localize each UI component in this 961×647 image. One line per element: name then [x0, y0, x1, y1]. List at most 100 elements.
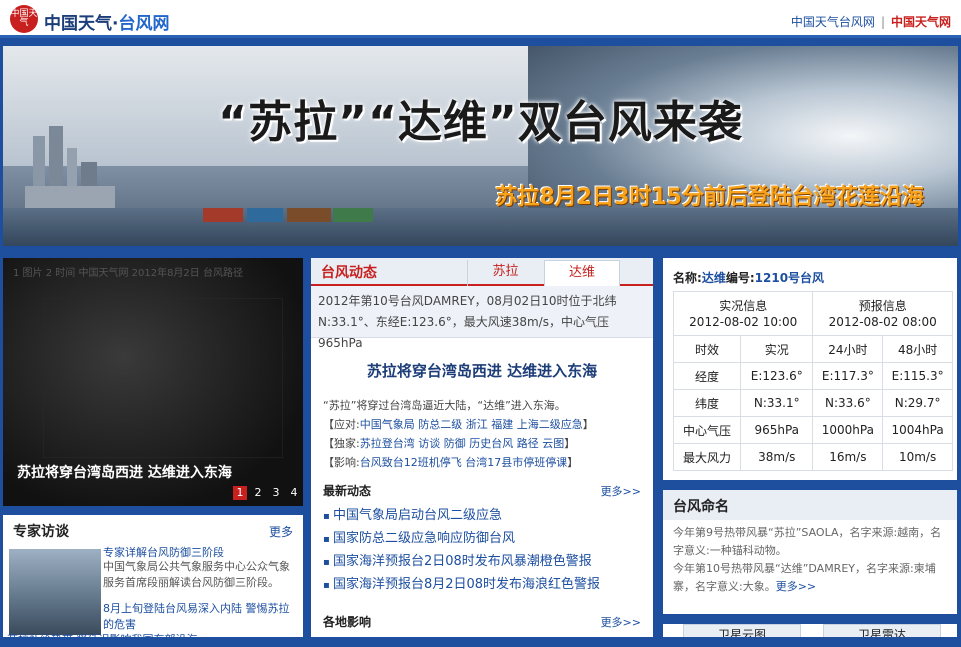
impact-line: 【影响:台风致台12班机停飞 台湾17县市停班停课】: [323, 453, 643, 472]
naming-body: 今年第9号热带风暴“苏拉”SAOLA，名字来源:越南，名字意义:一种锚科动物。 …: [673, 524, 951, 596]
link-separator: |: [880, 15, 885, 29]
tab-typhoon-news[interactable]: 台风动态: [321, 262, 377, 282]
typhoon-status: 2012年第10号台风DAMREY，08月02日10时位于北纬 N:33.1°、…: [311, 286, 653, 350]
typhoon-info-panel: 名称:达维编号:1210号台风 实况信息 2012-08-02 10:00 预报信…: [663, 258, 957, 480]
table-cell: 1004hPa: [882, 416, 953, 444]
exclusive-line: 【独家:苏拉登台湾 访谈 防御 历史台风 路径 云图】: [323, 434, 643, 453]
table-cell: 纬度: [672, 389, 742, 417]
expert-item-link[interactable]: 苏拉补给热带 将延迟影响我国东部沿海: [7, 631, 198, 647]
photo-caption[interactable]: 苏拉将穿台湾岛西进 达维进入东海: [17, 462, 232, 482]
banner-container: [333, 208, 373, 222]
typhoon-banner[interactable]: “苏拉”“达维”双台风来袭 苏拉8月2日3时15分前后登陆台湾花莲沿海: [3, 46, 958, 246]
logo-seal-icon[interactable]: 中国天气: [10, 5, 38, 33]
banner-container: [203, 208, 243, 222]
status-line: N:33.1°、东经E:123.6°，最大风速38m/s，中心气压965hPa: [318, 315, 609, 350]
tab-satellite[interactable]: 卫星云图: [683, 624, 801, 637]
list-item[interactable]: 国家海洋预报台2日08时发布风暴潮橙色警报: [323, 551, 645, 574]
news-headline[interactable]: 苏拉将穿台湾岛西进 达维进入东海: [311, 360, 653, 381]
expert-title: 专家访谈: [13, 524, 69, 540]
list-item[interactable]: 国家防总二级应急响应防御台风: [323, 528, 645, 551]
typhoon-number[interactable]: 1210号台风: [755, 271, 824, 285]
table-row: 纬度 N:33.1° N:33.6° N:29.7°: [672, 389, 953, 417]
table-row: 中心气压 965hPa 1000hPa 1004hPa: [672, 416, 953, 444]
photo-slideshow[interactable]: 1 图片 2 时间 中国天气网 2012年8月2日 台风路径 苏拉将穿台湾岛西进…: [3, 258, 303, 506]
close-bracket: 】: [564, 437, 576, 450]
exclusive-label: 【独家:: [323, 437, 360, 450]
naming-more-link[interactable]: 更多>>: [776, 580, 816, 593]
close-bracket: 】: [567, 456, 579, 469]
top-links: 中国天气台风网 | 中国天气网: [791, 13, 951, 30]
photo-faint-text: 1 图片 2 时间 中国天气网 2012年8月2日 台风路径: [13, 268, 243, 279]
number-label: 编号:: [725, 271, 755, 285]
table-cell: 经度: [672, 362, 742, 390]
table-cell: 1000hPa: [812, 416, 884, 444]
expert-item-link[interactable]: 8月上旬登陆台风易深入内陆 警惕苏拉的危害: [103, 601, 299, 633]
banner-container: [247, 208, 283, 222]
pager-page-3[interactable]: 3: [269, 486, 283, 500]
column-header: 24小时: [812, 335, 884, 363]
table-cell: 10m/s: [882, 443, 953, 471]
pager-page-2[interactable]: 2: [251, 486, 265, 500]
expert-item-link[interactable]: 专家详解台风防御三阶段: [103, 544, 224, 560]
list-item[interactable]: 国家海洋预报台8月2日08时发布海浪红色警报: [323, 574, 645, 597]
impact-label: 【影响:: [323, 456, 360, 469]
logo-main-text: 中国天气·: [44, 14, 119, 34]
expert-item-desc: 中国气象局公共气象服务中心公众气象服务首席段丽解读台风防御三阶段。: [103, 560, 290, 589]
fcst-header: 预报信息: [858, 298, 907, 313]
weather-site-link[interactable]: 中国天气网: [891, 15, 951, 29]
column-header: 时效: [672, 335, 742, 363]
top-header: 中国天气 中国天气·台风网 中国天气台风网 | 中国天气网: [0, 0, 961, 38]
column-header: 48小时: [882, 335, 953, 363]
latest-news-list: 中国气象局启动台风二级应急 国家防总二级应急响应防御台风 国家海洋预报台2日08…: [323, 505, 645, 597]
response-links[interactable]: 中国气象局 防总二级 浙江 福建 上海二级应急: [360, 418, 583, 431]
banner-title: “苏拉”“达维”双台风来袭: [218, 97, 743, 148]
bottom-tabbar: 卫星云图 卫星雷达: [663, 624, 957, 637]
expert-thumbnail[interactable]: [9, 549, 101, 635]
obs-header: 实况信息: [719, 298, 768, 313]
column-header: 实况: [740, 335, 814, 363]
table-row: 经度 E:123.6° E:117.3° E:115.3°: [672, 362, 953, 390]
exclusive-links[interactable]: 苏拉登台湾 访谈 防御 历史台风 路径 云图: [360, 437, 564, 450]
table-cell: E:117.3°: [812, 362, 884, 390]
tab-damrey[interactable]: 达维: [544, 260, 620, 286]
typhoon-name[interactable]: 达维: [702, 271, 726, 285]
photo-map-image: [43, 298, 283, 458]
typhoon-naming-box: 台风命名 今年第9号热带风暴“苏拉”SAOLA，名字来源:越南，名字意义:一种锚…: [663, 490, 957, 614]
table-cell: 16m/s: [812, 443, 884, 471]
typhoon-tabbar: 台风动态 苏拉 达维: [311, 258, 653, 286]
typhoon-site-link[interactable]: 中国天气台风网: [791, 15, 875, 29]
list-item[interactable]: 中国气象局启动台风二级应急: [323, 505, 645, 528]
banner-subtitle: 苏拉8月2日3时15分前后登陆台湾花莲沿海: [495, 185, 924, 210]
local-more-link[interactable]: 更多>>: [601, 614, 641, 630]
slideshow-pager: 1 2 3 4: [233, 486, 301, 500]
latest-more-link[interactable]: 更多>>: [601, 483, 641, 499]
fcst-header-cell: 预报信息 2012-08-02 08:00: [812, 291, 953, 336]
close-bracket: 】: [582, 418, 594, 431]
table-cell: N:33.6°: [812, 389, 884, 417]
table-row: 最大风力 38m/s 16m/s 10m/s: [672, 443, 953, 471]
news-summary: “苏拉”将穿过台湾岛逼近大陆，“达维”进入东海。 【应对:中国气象局 防总二级 …: [323, 396, 643, 472]
pager-page-1[interactable]: 1: [233, 486, 247, 500]
pager-page-4[interactable]: 4: [287, 486, 301, 500]
expert-more-link[interactable]: 更多: [269, 523, 293, 540]
tab-radar[interactable]: 卫星雷达: [823, 624, 941, 637]
table-cell: E:115.3°: [882, 362, 953, 390]
obs-time: 2012-08-02 10:00: [689, 314, 798, 329]
table-cell: 最大风力: [672, 443, 742, 471]
banner-sea: [3, 208, 958, 246]
fcst-time: 2012-08-02 08:00: [828, 314, 937, 329]
name-label: 名称:: [673, 271, 702, 285]
table-cell: E:123.6°: [740, 362, 814, 390]
naming-text-line: 今年第10号热带风暴“达维”DAMREY，名字来源:柬埔寨，名字意义:大象。更多…: [673, 560, 951, 596]
local-impact-title: 各地影响: [323, 615, 372, 629]
naming-title: 台风命名: [663, 490, 957, 520]
table-cell: N:33.1°: [740, 389, 814, 417]
table-cell: 38m/s: [740, 443, 814, 471]
table-header-row: 时效 实况 24小时 48小时: [672, 335, 953, 363]
table-cell: N:29.7°: [882, 389, 953, 417]
impact-links[interactable]: 台风致台12班机停飞 台湾17县市停班停课: [360, 456, 568, 469]
typhoon-news-panel: 台风动态 苏拉 达维 2012年第10号台风DAMREY，08月02日10时位于…: [311, 258, 653, 637]
response-line: 【应对:中国气象局 防总二级 浙江 福建 上海二级应急】: [323, 415, 643, 434]
site-logo[interactable]: 中国天气·台风网: [44, 9, 169, 34]
tab-sula[interactable]: 苏拉: [467, 260, 543, 286]
